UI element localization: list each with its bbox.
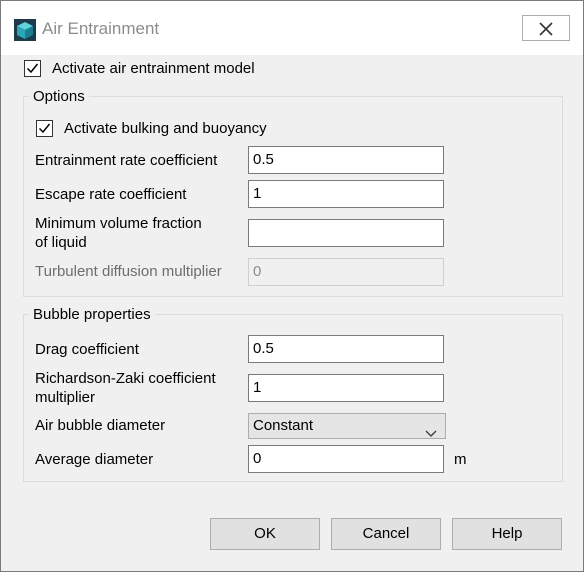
richardson-zaki-input[interactable]: 1 <box>248 374 444 402</box>
min-volume-fraction-label-line2: of liquid <box>35 234 87 251</box>
cube-icon <box>14 19 36 41</box>
richardson-zaki-label-line1: Richardson-Zaki coefficient <box>35 370 216 387</box>
escape-rate-input[interactable]: 1 <box>248 180 444 208</box>
close-icon <box>539 22 553 36</box>
checkmark-icon <box>26 63 39 74</box>
activate-model-label: Activate air entrainment model <box>52 60 255 77</box>
activate-model-checkbox[interactable] <box>24 60 41 77</box>
air-bubble-diameter-value: Constant <box>253 417 314 434</box>
min-volume-fraction-input[interactable] <box>248 219 444 247</box>
close-button[interactable] <box>522 15 570 41</box>
air-entrainment-dialog: Air Entrainment Activate air entrainment… <box>0 0 584 572</box>
air-bubble-diameter-label: Air bubble diameter <box>35 417 166 434</box>
entrainment-rate-input[interactable]: 0.5 <box>248 146 444 174</box>
air-bubble-diameter-select[interactable]: Constant <box>248 413 446 439</box>
activate-model-row[interactable]: Activate air entrainment model <box>24 60 255 77</box>
entrainment-rate-label: Entrainment rate coefficient <box>35 152 218 169</box>
ok-button[interactable]: OK <box>210 518 320 550</box>
richardson-zaki-label-line2: multiplier <box>35 389 96 406</box>
title-bar: Air Entrainment <box>1 1 583 55</box>
bubble-properties-title: Bubble properties <box>29 306 155 323</box>
bulking-checkbox[interactable] <box>36 120 53 137</box>
options-group-title: Options <box>29 88 89 105</box>
cancel-button[interactable]: Cancel <box>331 518 441 550</box>
bulking-label: Activate bulking and buoyancy <box>64 120 267 137</box>
drag-coefficient-input[interactable]: 0.5 <box>248 335 444 363</box>
average-diameter-input[interactable]: 0 <box>248 445 444 473</box>
bulking-row[interactable]: Activate bulking and buoyancy <box>36 120 267 137</box>
average-diameter-label: Average diameter <box>35 451 154 468</box>
min-volume-fraction-label-line1: Minimum volume fraction <box>35 215 202 232</box>
help-button[interactable]: Help <box>452 518 562 550</box>
turbulent-diffusion-label: Turbulent diffusion multiplier <box>35 263 222 280</box>
average-diameter-unit: m <box>454 451 467 468</box>
turbulent-diffusion-input: 0 <box>248 258 444 286</box>
checkmark-icon <box>38 123 51 134</box>
drag-coefficient-label: Drag coefficient <box>35 341 139 358</box>
chevron-down-icon <box>425 422 437 446</box>
window-title: Air Entrainment <box>42 19 160 38</box>
escape-rate-label: Escape rate coefficient <box>35 186 187 203</box>
